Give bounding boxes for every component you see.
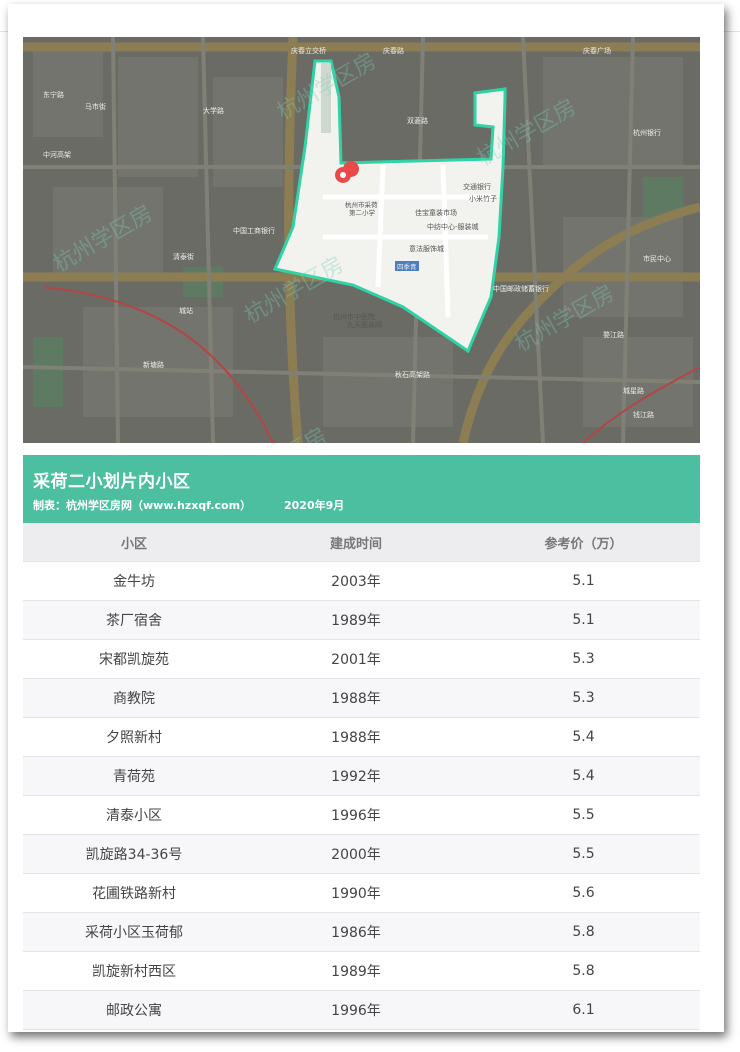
map-label: 中国邮政储蓄银行 xyxy=(493,284,549,293)
community-name-cell: 商教院 xyxy=(23,678,245,718)
community-table: 小区 建成时间 参考价（万） 金牛坊 2003年 5.1 茶厂宿舍 1989年 5.1 宋都… xyxy=(23,523,700,1030)
community-name-cell: 邮政公寓 xyxy=(23,990,245,1030)
map-label: 中河高架 xyxy=(43,150,71,159)
community-name-cell: 宋都凯旋苑 xyxy=(23,639,245,679)
built-year-cell: 1992年 xyxy=(245,756,467,796)
map-label: 小米竹子 xyxy=(469,194,497,203)
community-name-cell: 茶厂宿舍 xyxy=(23,600,245,640)
credit-line: 制表：杭州学区房网（www.hzxqf.com） xyxy=(33,499,252,512)
map-label: 意法服饰城 xyxy=(409,244,444,253)
table-row: 凯旋新村西区 1989年 5.8 xyxy=(23,951,700,991)
table-row: 金牛坊 2003年 5.1 xyxy=(23,561,700,601)
built-year-cell: 1996年 xyxy=(245,795,467,835)
map-label: 庆春广场 xyxy=(583,46,611,55)
community-name-cell: 青荷苑 xyxy=(23,756,245,796)
price-cell: 5.8 xyxy=(467,951,700,991)
price-cell: 5.3 xyxy=(467,678,700,718)
map-label: 婺江路 xyxy=(603,330,624,339)
built-year-cell: 1996年 xyxy=(245,990,467,1030)
publish-date: 2020年9月 xyxy=(284,499,345,512)
table-header-row: 小区 建成时间 参考价（万） xyxy=(23,523,700,562)
community-name-cell: 凯旋路34-36号 xyxy=(23,834,245,874)
school-label-2: 第二小学 xyxy=(349,208,376,217)
community-name-cell: 金牛坊 xyxy=(23,561,245,601)
built-year-cell: 1990年 xyxy=(245,873,467,913)
table-row: 夕照新村 1988年 5.4 xyxy=(23,717,700,757)
map-label: 中纺中心-服装城 xyxy=(427,222,479,231)
price-cell: 5.4 xyxy=(467,717,700,757)
built-year-cell: 2001年 xyxy=(245,639,467,679)
built-year-cell: 1989年 xyxy=(245,951,467,991)
school-label: 杭州市采荷 xyxy=(345,200,378,209)
map-label: 庆春立交桥 xyxy=(291,46,326,55)
map-label: 庆春路 xyxy=(383,46,404,55)
table-row: 凯旋路34-36号 2000年 5.5 xyxy=(23,834,700,874)
price-cell: 5.1 xyxy=(467,561,700,601)
price-cell: 5.4 xyxy=(467,756,700,796)
community-name-cell: 凯旋新村西区 xyxy=(23,951,245,991)
map-label: 交通银行 xyxy=(463,182,491,191)
header-built-year: 建成时间 xyxy=(245,523,467,562)
built-year-cell: 1988年 xyxy=(245,717,467,757)
map-label: 中国工商银行 xyxy=(233,226,275,235)
built-year-cell: 2003年 xyxy=(245,561,467,601)
map-label: 佳宝童装市场 xyxy=(415,208,457,217)
built-year-cell: 2000年 xyxy=(245,834,467,874)
map-label: 杭州银行 xyxy=(633,128,661,137)
price-cell: 5.8 xyxy=(467,912,700,952)
map-label: 清泰街 xyxy=(173,252,194,261)
price-cell: 5.5 xyxy=(467,795,700,835)
page-title: 采荷二小划片内小区 xyxy=(33,472,191,492)
title-banner: 采荷二小划片内小区 制表：杭州学区房网（www.hzxqf.com） 2020年… xyxy=(23,455,700,523)
price-cell: 5.6 xyxy=(467,873,700,913)
map-label-sijiqing: 四季青 xyxy=(397,262,417,271)
school-district-map[interactable]: 四季青 杭州市采荷 第二小学 庆春立交桥 庆春路 庆春广场马市街 大学路双菱路中国工商… xyxy=(23,37,700,443)
map-label: 新塘路 xyxy=(143,360,164,369)
map-label: 马市街 xyxy=(85,102,106,111)
map-label: 双菱路 xyxy=(407,116,428,125)
map-label: 秋石高架路 xyxy=(395,370,430,379)
table-row: 宋都凯旋苑 2001年 5.3 xyxy=(23,639,700,679)
table-row: 花圃铁路新村 1990年 5.6 xyxy=(23,873,700,913)
price-cell: 5.1 xyxy=(467,600,700,640)
table-row: 青荷苑 1992年 5.4 xyxy=(23,756,700,796)
price-cell: 5.3 xyxy=(467,639,700,679)
map-label: 杭州市中医院 xyxy=(333,312,375,321)
map-label: 东宁路 xyxy=(43,90,64,99)
header-reference-price: 参考价（万） xyxy=(467,523,700,562)
community-name-cell: 采荷小区玉荷郁 xyxy=(23,912,245,952)
map-canvas: 四季青 杭州市采荷 第二小学 庆春立交桥 庆春路 庆春广场马市街 大学路双菱路中国工商… xyxy=(23,37,700,443)
community-name-cell: 清泰小区 xyxy=(23,795,245,835)
map-label: 九天服装网 xyxy=(347,320,382,329)
table-row: 清泰小区 1996年 5.5 xyxy=(23,795,700,835)
community-name-cell: 夕照新村 xyxy=(23,717,245,757)
header-community: 小区 xyxy=(23,523,245,562)
map-label: 市民中心 xyxy=(643,254,671,263)
table-row: 茶厂宿舍 1989年 5.1 xyxy=(23,600,700,640)
table-row: 商教院 1988年 5.3 xyxy=(23,678,700,718)
map-label: 城星路 xyxy=(623,386,644,395)
price-cell: 5.5 xyxy=(467,834,700,874)
map-label: 城站 xyxy=(179,306,193,315)
map-label: 大学路 xyxy=(203,106,224,115)
community-name-cell: 花圃铁路新村 xyxy=(23,873,245,913)
map-label: 钱江路 xyxy=(633,410,654,419)
built-year-cell: 1988年 xyxy=(245,678,467,718)
table-row: 采荷小区玉荷郁 1986年 5.8 xyxy=(23,912,700,952)
built-year-cell: 1986年 xyxy=(245,912,467,952)
table-body: 金牛坊 2003年 5.1 茶厂宿舍 1989年 5.1 宋都凯旋苑 2001年 5.3 商教院 1… xyxy=(23,561,700,1030)
built-year-cell: 1989年 xyxy=(245,600,467,640)
table-row: 邮政公寓 1996年 6.1 xyxy=(23,990,700,1030)
price-cell: 6.1 xyxy=(467,990,700,1030)
